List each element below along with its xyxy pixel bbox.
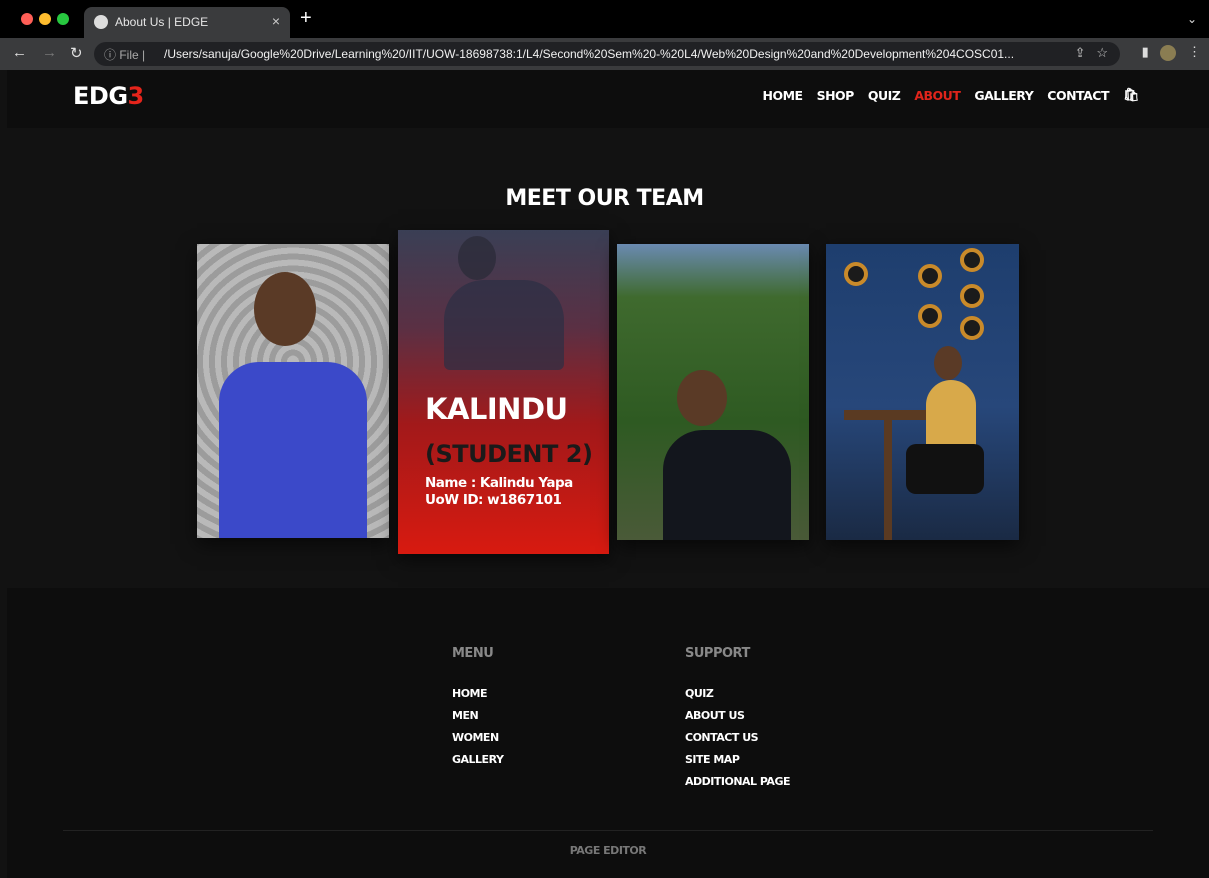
team-card-2-featured[interactable]: KALINDU (STUDENT 2) Name : Kalindu Yapa … xyxy=(398,230,609,554)
member-full-name: Name : Kalindu Yapa xyxy=(425,475,573,491)
member-photo-head xyxy=(677,370,727,426)
footer-divider xyxy=(63,830,1153,831)
new-tab-icon[interactable]: + xyxy=(300,7,312,30)
footer-support-heading: SUPPORT xyxy=(685,646,750,661)
forward-icon[interactable]: → xyxy=(42,44,57,61)
member-name: KALINDU xyxy=(425,392,568,426)
address-bar-row: ← → ↻ ⓘ File | /Users/sanuja/Google%20Dr… xyxy=(0,38,1209,70)
footer-menu-column: MENU HOME MEN WOMEN GALLERY xyxy=(452,646,504,775)
footer-link-men[interactable]: MEN xyxy=(452,709,503,722)
footer-support-column: SUPPORT QUIZ ABOUT US CONTACT US SITE MA… xyxy=(685,646,790,797)
zoom-window-button[interactable] xyxy=(57,13,69,25)
footer-link-site-map[interactable]: SITE MAP xyxy=(685,753,790,766)
member-photo-body xyxy=(663,430,791,540)
member-photo-body xyxy=(926,380,976,450)
nav-gallery[interactable]: GALLERY xyxy=(974,88,1033,103)
decor-ring xyxy=(960,248,984,272)
footer-link-about-us[interactable]: ABOUT US xyxy=(685,709,790,722)
tab-title: About Us | EDGE xyxy=(115,15,209,29)
decor-ring xyxy=(918,304,942,328)
nav-shop[interactable]: SHOP xyxy=(817,88,855,103)
page-editor-label: PAGE EDITOR xyxy=(569,844,647,857)
browser-tab[interactable]: About Us | EDGE × xyxy=(84,7,290,38)
site-header: EDG3 HOME SHOP QUIZ ABOUT GALLERY CONTAC… xyxy=(7,70,1209,128)
shopping-bag-icon[interactable]: 🛍︎ xyxy=(1123,88,1140,103)
file-info-label[interactable]: ⓘ File | xyxy=(104,46,145,63)
member-role: (STUDENT 2) xyxy=(425,440,593,468)
tab-search-icon[interactable]: ⌄ xyxy=(1187,12,1197,26)
member-photo-body xyxy=(444,280,564,370)
page-title: MEET OUR TEAM xyxy=(505,186,704,211)
logo-text: EDG xyxy=(73,82,128,110)
profile-avatar-icon[interactable] xyxy=(1160,44,1177,61)
member-photo-head xyxy=(458,236,496,280)
toolbar-icons[interactable]: ▮ ⋮ xyxy=(1142,44,1201,61)
member-uow-id: UoW ID: w1867101 xyxy=(425,492,562,508)
decor-ring xyxy=(960,316,984,340)
footer-link-gallery[interactable]: GALLERY xyxy=(452,753,504,766)
table-leg xyxy=(884,420,892,540)
url-input[interactable]: ⓘ File | /Users/sanuja/Google%20Drive/Le… xyxy=(94,42,1120,66)
nav-about[interactable]: ABOUT xyxy=(914,88,961,103)
footer-menu-heading: MENU xyxy=(452,646,494,661)
logo-accent: 3 xyxy=(127,82,145,110)
sidebar-icon[interactable]: ▮ xyxy=(1142,44,1149,59)
member-photo-legs xyxy=(906,444,984,494)
nav-contact[interactable]: CONTACT xyxy=(1047,88,1109,103)
nav-quiz[interactable]: QUIZ xyxy=(868,88,901,103)
decor-ring xyxy=(844,262,868,286)
footer-link-women[interactable]: WOMEN xyxy=(452,731,503,744)
member-photo-head xyxy=(934,346,962,380)
team-card-4[interactable] xyxy=(826,244,1019,540)
decor-ring xyxy=(918,264,942,288)
site-footer: MENU HOME MEN WOMEN GALLERY SUPPORT QUIZ… xyxy=(7,588,1209,878)
nav-home[interactable]: HOME xyxy=(763,88,804,103)
close-window-button[interactable] xyxy=(21,13,33,25)
footer-link-additional-page[interactable]: ADDITIONAL PAGE xyxy=(685,775,790,788)
site-logo[interactable]: EDG3 xyxy=(73,82,144,110)
globe-icon xyxy=(94,15,108,29)
footer-link-quiz[interactable]: QUIZ xyxy=(685,687,790,700)
member-photo-head xyxy=(254,272,316,346)
back-icon[interactable]: ← xyxy=(12,44,27,61)
footer-link-contact-us[interactable]: CONTACT US xyxy=(685,731,790,744)
team-card-1[interactable] xyxy=(197,244,389,538)
table-top xyxy=(844,410,934,420)
kebab-menu-icon[interactable]: ⋮ xyxy=(1188,44,1201,59)
member-details: Name : Kalindu Yapa UoW ID: w1867101 xyxy=(425,475,573,509)
member-photo-body xyxy=(219,362,367,538)
url-text: /Users/sanuja/Google%20Drive/Learning%20… xyxy=(164,47,1015,61)
decor-ring xyxy=(960,284,984,308)
team-card-3[interactable] xyxy=(617,244,809,540)
main-nav: HOME SHOP QUIZ ABOUT GALLERY CONTACT 🛍︎ xyxy=(763,88,1140,103)
share-bookmark-icons[interactable]: ⇪ ☆ xyxy=(1075,45,1108,61)
reload-icon[interactable]: ↻ xyxy=(70,44,83,62)
tab-close-icon[interactable]: × xyxy=(272,13,280,29)
footer-link-home[interactable]: HOME xyxy=(452,687,503,700)
minimize-window-button[interactable] xyxy=(39,13,51,25)
browser-tab-bar: About Us | EDGE × + ⌄ xyxy=(0,0,1209,38)
